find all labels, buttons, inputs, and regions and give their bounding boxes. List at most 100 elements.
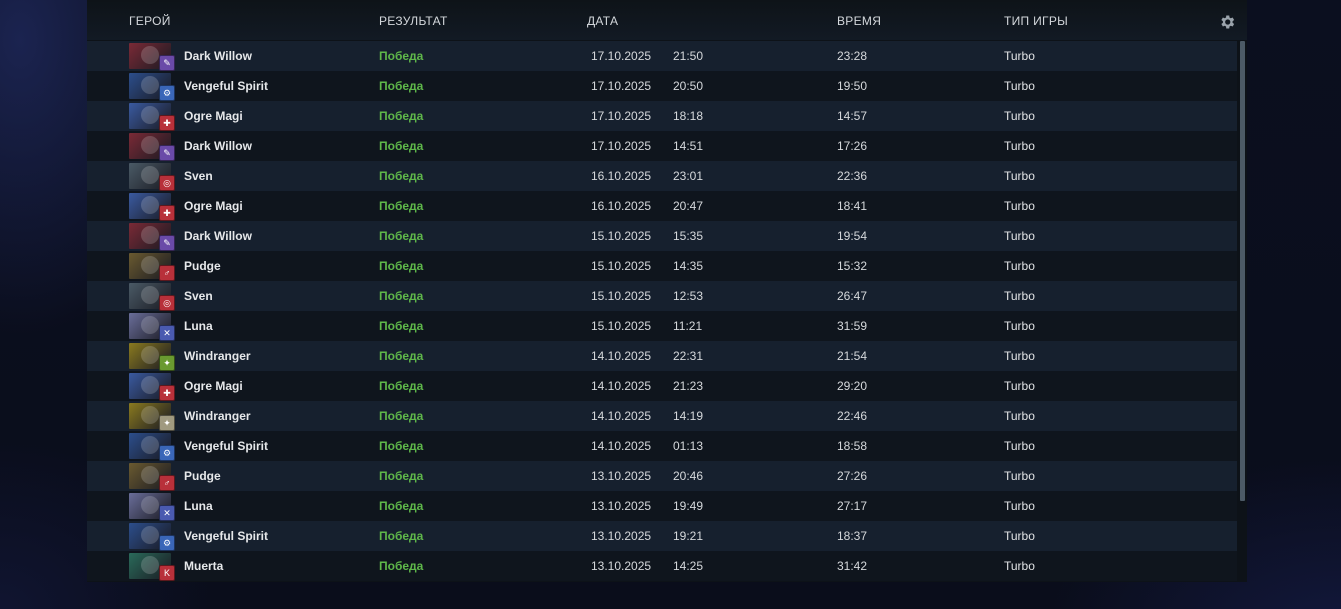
match-row[interactable]: ✕ Luna Победа 13.10.2025 19:49 27:17 Tur… xyxy=(87,491,1237,521)
match-row[interactable]: ✦ Windranger Победа 14.10.2025 22:31 21:… xyxy=(87,341,1237,371)
match-duration: 22:36 xyxy=(837,169,868,183)
match-duration: 27:17 xyxy=(837,499,868,513)
column-header-date[interactable]: ДАТА xyxy=(587,14,618,28)
match-row[interactable]: ✚ Ogre Magi Победа 17.10.2025 18:18 14:5… xyxy=(87,101,1237,131)
match-row[interactable]: ✦ Windranger Победа 14.10.2025 14:19 22:… xyxy=(87,401,1237,431)
match-duration: 18:41 xyxy=(837,199,868,213)
hero-name: Pudge xyxy=(184,259,221,273)
hero-name: Luna xyxy=(184,319,213,333)
match-start-time: 14:51 xyxy=(673,139,704,153)
match-start-time: 20:50 xyxy=(673,79,704,93)
hero-name: Muerta xyxy=(184,559,224,573)
match-date: 13.10.2025 xyxy=(591,499,652,513)
hero-attribute-icon: K xyxy=(159,565,175,581)
match-result: Победа xyxy=(379,499,424,513)
hero-attribute-icon: ♂ xyxy=(159,475,175,491)
hero-name: Ogre Magi xyxy=(184,109,243,123)
hero-name: Dark Willow xyxy=(184,139,252,153)
match-date: 14.10.2025 xyxy=(591,439,652,453)
match-duration: 27:26 xyxy=(837,469,868,483)
hero-name: Vengeful Spirit xyxy=(184,439,269,453)
game-mode: Turbo xyxy=(1004,169,1035,183)
match-date: 15.10.2025 xyxy=(591,229,652,243)
match-result: Победа xyxy=(379,469,424,483)
match-row[interactable]: ◎ Sven Победа 16.10.2025 23:01 22:36 Tur… xyxy=(87,161,1237,191)
column-header-hero[interactable]: ГЕРОЙ xyxy=(129,14,171,28)
match-date: 14.10.2025 xyxy=(591,409,652,423)
match-date: 17.10.2025 xyxy=(591,49,652,63)
match-duration: 19:54 xyxy=(837,229,868,243)
match-start-time: 21:50 xyxy=(673,49,704,63)
match-duration: 19:50 xyxy=(837,79,868,93)
match-start-time: 20:47 xyxy=(673,199,704,213)
match-duration: 14:57 xyxy=(837,109,868,123)
match-row[interactable]: ✚ Ogre Magi Победа 14.10.2025 21:23 29:2… xyxy=(87,371,1237,401)
scrollbar[interactable] xyxy=(1240,41,1245,501)
hero-name: Sven xyxy=(184,169,213,183)
match-row[interactable]: ✎ Dark Willow Победа 17.10.2025 14:51 17… xyxy=(87,131,1237,161)
hero-attribute-icon: ✚ xyxy=(159,385,175,401)
match-duration: 31:42 xyxy=(837,559,868,573)
hero-name: Ogre Magi xyxy=(184,379,243,393)
match-result: Победа xyxy=(379,409,424,423)
match-duration: 23:28 xyxy=(837,49,868,63)
match-row[interactable]: ⚙ Vengeful Spirit Победа 14.10.2025 01:1… xyxy=(87,431,1237,461)
match-history-panel: ГЕРОЙ РЕЗУЛЬТАТ ДАТА ВРЕМЯ ТИП ИГРЫ ✎ Da… xyxy=(87,0,1247,582)
game-mode: Turbo xyxy=(1004,349,1035,363)
match-row[interactable]: ♂ Pudge Победа 13.10.2025 20:46 27:26 Tu… xyxy=(87,461,1237,491)
match-start-time: 14:35 xyxy=(673,259,704,273)
column-header-duration[interactable]: ВРЕМЯ xyxy=(837,14,881,28)
hero-attribute-icon: ♂ xyxy=(159,265,175,281)
hero-attribute-icon: ✚ xyxy=(159,115,175,131)
match-date: 13.10.2025 xyxy=(591,529,652,543)
match-date: 13.10.2025 xyxy=(591,559,652,573)
column-header-game-type[interactable]: ТИП ИГРЫ xyxy=(1004,14,1068,28)
game-mode: Turbo xyxy=(1004,469,1035,483)
match-start-time: 21:23 xyxy=(673,379,704,393)
match-start-time: 23:01 xyxy=(673,169,704,183)
hero-attribute-icon: ◎ xyxy=(159,175,175,191)
match-date: 17.10.2025 xyxy=(591,79,652,93)
hero-name: Dark Willow xyxy=(184,49,252,63)
match-duration: 15:32 xyxy=(837,259,868,273)
game-mode: Turbo xyxy=(1004,229,1035,243)
match-start-time: 19:21 xyxy=(673,529,704,543)
gear-icon[interactable] xyxy=(1218,13,1236,31)
hero-attribute-icon: ✎ xyxy=(159,55,175,71)
hero-name: Windranger xyxy=(184,349,251,363)
match-row[interactable]: ◎ Sven Победа 15.10.2025 12:53 26:47 Tur… xyxy=(87,281,1237,311)
match-duration: 31:59 xyxy=(837,319,868,333)
game-mode: Turbo xyxy=(1004,319,1035,333)
hero-name: Luna xyxy=(184,499,213,513)
match-date: 13.10.2025 xyxy=(591,469,652,483)
hero-attribute-icon: ✎ xyxy=(159,145,175,161)
match-row[interactable]: ✕ Luna Победа 15.10.2025 11:21 31:59 Tur… xyxy=(87,311,1237,341)
match-date: 14.10.2025 xyxy=(591,379,652,393)
hero-name: Windranger xyxy=(184,409,251,423)
match-row[interactable]: ♂ Pudge Победа 15.10.2025 14:35 15:32 Tu… xyxy=(87,251,1237,281)
match-row[interactable]: ✎ Dark Willow Победа 17.10.2025 21:50 23… xyxy=(87,41,1237,71)
match-row[interactable]: ✚ Ogre Magi Победа 16.10.2025 20:47 18:4… xyxy=(87,191,1237,221)
game-mode: Turbo xyxy=(1004,379,1035,393)
match-duration: 18:58 xyxy=(837,439,868,453)
hero-attribute-icon: ⚙ xyxy=(159,445,175,461)
match-start-time: 12:53 xyxy=(673,289,704,303)
match-row[interactable]: ⚙ Vengeful Spirit Победа 13.10.2025 19:2… xyxy=(87,521,1237,551)
match-row[interactable]: ⚙ Vengeful Spirit Победа 17.10.2025 20:5… xyxy=(87,71,1237,101)
column-header-result[interactable]: РЕЗУЛЬТАТ xyxy=(379,14,448,28)
match-date: 15.10.2025 xyxy=(591,259,652,273)
match-result: Победа xyxy=(379,49,424,63)
match-result: Победа xyxy=(379,319,424,333)
match-start-time: 01:13 xyxy=(673,439,704,453)
match-start-time: 20:46 xyxy=(673,469,704,483)
hero-attribute-icon: ✕ xyxy=(159,325,175,341)
game-mode: Turbo xyxy=(1004,79,1035,93)
match-start-time: 18:18 xyxy=(673,109,704,123)
game-mode: Turbo xyxy=(1004,49,1035,63)
match-result: Победа xyxy=(379,79,424,93)
match-row[interactable]: K Muerta Победа 13.10.2025 14:25 31:42 T… xyxy=(87,551,1237,581)
match-result: Победа xyxy=(379,439,424,453)
match-row[interactable]: ✎ Dark Willow Победа 15.10.2025 15:35 19… xyxy=(87,221,1237,251)
match-list: ✎ Dark Willow Победа 17.10.2025 21:50 23… xyxy=(87,41,1237,581)
game-mode: Turbo xyxy=(1004,259,1035,273)
